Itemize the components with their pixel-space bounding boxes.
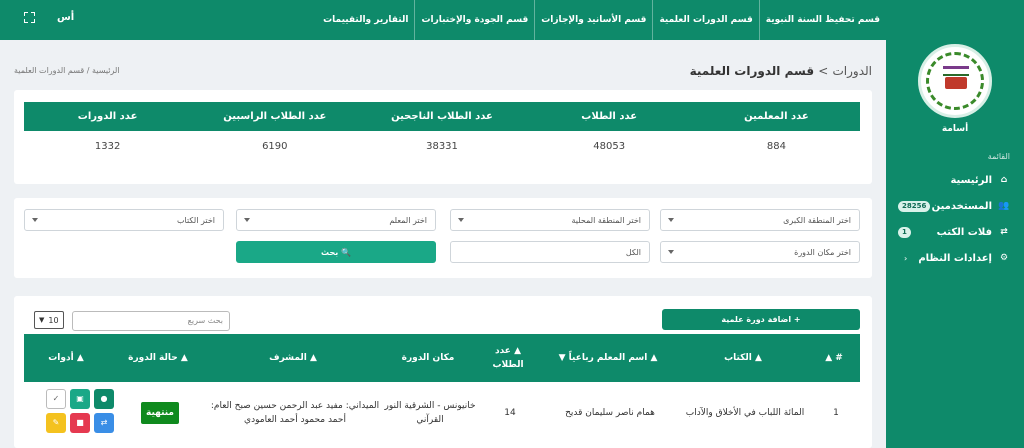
cell-place: خانيونس - الشرقية النور القرآني: [384, 401, 476, 425]
stats-table: عدد المعلمين عدد الطلاب عدد الطلاب الناج…: [24, 102, 860, 161]
input-value: الكل: [625, 247, 641, 257]
stats-header-teachers: عدد المعلمين: [744, 111, 809, 122]
books-count-badge: 1: [898, 226, 911, 238]
book-icon[interactable]: ▣: [70, 389, 90, 409]
place-select[interactable]: اختر مكان الدورة: [660, 241, 860, 263]
courses-list-card: + اضافة دورة علمية بحث سريع ▼ 10 # ▲ ▲ ا…: [14, 296, 872, 448]
breadcrumb[interactable]: الرئيسية / قسم الدورات العلمية: [14, 66, 120, 75]
top-nav-menu: قسم تحفيظ السنة النبوية قسم الدورات العل…: [317, 0, 886, 40]
region-major-select[interactable]: اختر المنطقة الكبرى: [660, 209, 860, 231]
top-nav-courses[interactable]: قسم الدورات العلمية: [652, 0, 758, 40]
logo: [918, 44, 992, 118]
stats-values-row: 884 48053 38331 6190 1332: [24, 131, 860, 161]
column-header-students[interactable]: ▲ عدد الطلاب: [478, 334, 538, 382]
page-title: الدورات > قسم الدورات العلمية: [690, 64, 872, 78]
book-select[interactable]: اختر الكتاب: [24, 209, 224, 231]
stats-header-passed: عدد الطلاب الناجحين: [391, 111, 493, 122]
top-navbar: قسم تحفيظ السنة النبوية قسم الدورات العل…: [0, 0, 886, 40]
fullscreen-icon[interactable]: [24, 12, 35, 23]
transfer-icon[interactable]: ⇄: [94, 413, 114, 433]
sidebar-item-label: الرئيسية: [950, 174, 992, 186]
status-check-icon[interactable]: ✓: [46, 389, 66, 409]
sidebar-item-books[interactable]: ⇄ فلات الكتب 1: [886, 222, 1024, 242]
select-value: اختر الكتاب: [177, 215, 215, 225]
cell-status: منتهية: [110, 382, 210, 444]
stats-header-failed: عدد الطلاب الراسبين: [223, 111, 327, 122]
stats-card: عدد المعلمين عدد الطلاب عدد الطلاب الناج…: [14, 90, 872, 184]
chevron-down-icon: ▼: [39, 316, 45, 324]
users-count-badge: 28256: [898, 200, 931, 212]
caret-down-icon: [458, 218, 464, 222]
sidebar: أسامة القائمة ⌂ الرئيسية 👥 المستخدمين 28…: [886, 0, 1024, 448]
caret-down-icon: [244, 218, 250, 222]
home-icon: ⌂: [1000, 175, 1008, 185]
add-course-button[interactable]: + اضافة دورة علمية: [662, 309, 860, 330]
column-header-number[interactable]: # ▲: [808, 334, 860, 382]
user-icon[interactable]: ●: [94, 389, 114, 409]
stats-header-row: عدد المعلمين عدد الطلاب عدد الطلاب الناج…: [24, 102, 860, 131]
cell-book: المائة اللباب في الأخلاق والآداب: [685, 408, 805, 418]
stats-value-teachers: 884: [766, 140, 786, 152]
cell-teacher: همام ناصر سليمان قديح: [565, 408, 655, 418]
stats-value-students: 48053: [593, 140, 626, 152]
top-user-area: أس: [24, 12, 74, 23]
crumb-separator: >: [818, 64, 829, 78]
cell-number: 1: [833, 408, 839, 418]
user-menu[interactable]: أس: [57, 12, 74, 23]
teacher-select[interactable]: اختر المعلم: [236, 209, 436, 231]
stats-header-students: عدد الطلاب: [581, 111, 638, 122]
sidebar-item-label: المستخدمين: [931, 200, 992, 212]
filter-card: اختر المنطقة الكبرى اختر المنطقة المحلية…: [14, 198, 872, 278]
sidebar-item-home[interactable]: ⌂ الرئيسية: [886, 170, 1024, 190]
stats-value-failed: 6190: [262, 140, 288, 152]
menu-caption: القائمة: [987, 152, 1010, 161]
top-nav-asanid[interactable]: قسم الأسانيد والإجازات: [534, 0, 652, 40]
caret-down-icon: [668, 218, 674, 222]
caret-down-icon: [32, 218, 38, 222]
column-header-supervisor[interactable]: ▲ المشرف: [208, 334, 378, 382]
column-header-teacher[interactable]: ▲ اسم المعلم رباعياً ▼: [538, 334, 678, 382]
column-header-status[interactable]: ▲ حالة الدورة: [108, 334, 208, 382]
parent-crumb[interactable]: الدورات: [832, 64, 872, 78]
sidebar-item-settings[interactable]: ⚙ إعدادات النظام ‹: [886, 248, 1024, 268]
sidebar-item-label: إعدادات النظام: [918, 252, 992, 264]
all-input[interactable]: الكل: [450, 241, 650, 263]
select-value: اختر المنطقة الكبرى: [783, 215, 851, 225]
status-badge: منتهية: [141, 402, 179, 424]
cell-tools: ✓ ▣ ● ✎ ■ ⇄: [26, 382, 114, 444]
select-value: اختر المنطقة المحلية: [571, 215, 641, 225]
cell-students: 14: [504, 408, 516, 418]
quick-search-input[interactable]: بحث سريع: [72, 311, 230, 331]
select-value: اختر المعلم: [389, 215, 427, 225]
search-button[interactable]: 🔍 بحث: [236, 241, 436, 263]
share-icon: ⇄: [1000, 227, 1008, 237]
stats-header-courses: عدد الدورات: [77, 111, 138, 122]
top-nav-reports[interactable]: التقارير والتقييمات: [317, 0, 414, 40]
select-value: اختر مكان الدورة: [794, 247, 851, 257]
column-header-book[interactable]: ▲ الكتاب: [678, 334, 808, 382]
cell-supervisor: الميداني: مفيد عبد الرحمن حسين صبح العام…: [210, 401, 380, 425]
region-local-select[interactable]: اختر المنطقة المحلية: [450, 209, 650, 231]
user-name: أسامة: [941, 124, 969, 134]
stats-value-courses: 1332: [94, 140, 121, 152]
column-header-tools[interactable]: ▲ أدوات: [24, 334, 108, 382]
gear-icon: ⚙: [999, 253, 1009, 263]
top-nav-quality[interactable]: قسم الجودة والإختبارات: [414, 0, 534, 40]
table-header: # ▲ ▲ الكتاب ▲ اسم المعلم رباعياً ▼ ▲ عد…: [24, 334, 860, 382]
sidebar-item-label: فلات الكتب: [936, 226, 992, 238]
stats-value-passed: 38331: [426, 140, 458, 152]
column-header-place: مكان الدورة: [401, 353, 455, 363]
delete-icon[interactable]: ■: [70, 413, 90, 433]
edit-icon[interactable]: ✎: [46, 413, 66, 433]
page-size-value: 10: [48, 315, 59, 325]
top-nav-sunnah[interactable]: قسم تحفيظ السنة النبوية: [758, 0, 886, 40]
chevron-left-icon: ‹: [904, 253, 908, 263]
users-icon: 👥: [998, 201, 1010, 211]
title-text: قسم الدورات العلمية: [689, 64, 815, 78]
sidebar-item-users[interactable]: 👥 المستخدمين 28256: [886, 196, 1024, 216]
page-size-select[interactable]: ▼ 10: [34, 311, 64, 329]
caret-down-icon: [668, 250, 674, 254]
